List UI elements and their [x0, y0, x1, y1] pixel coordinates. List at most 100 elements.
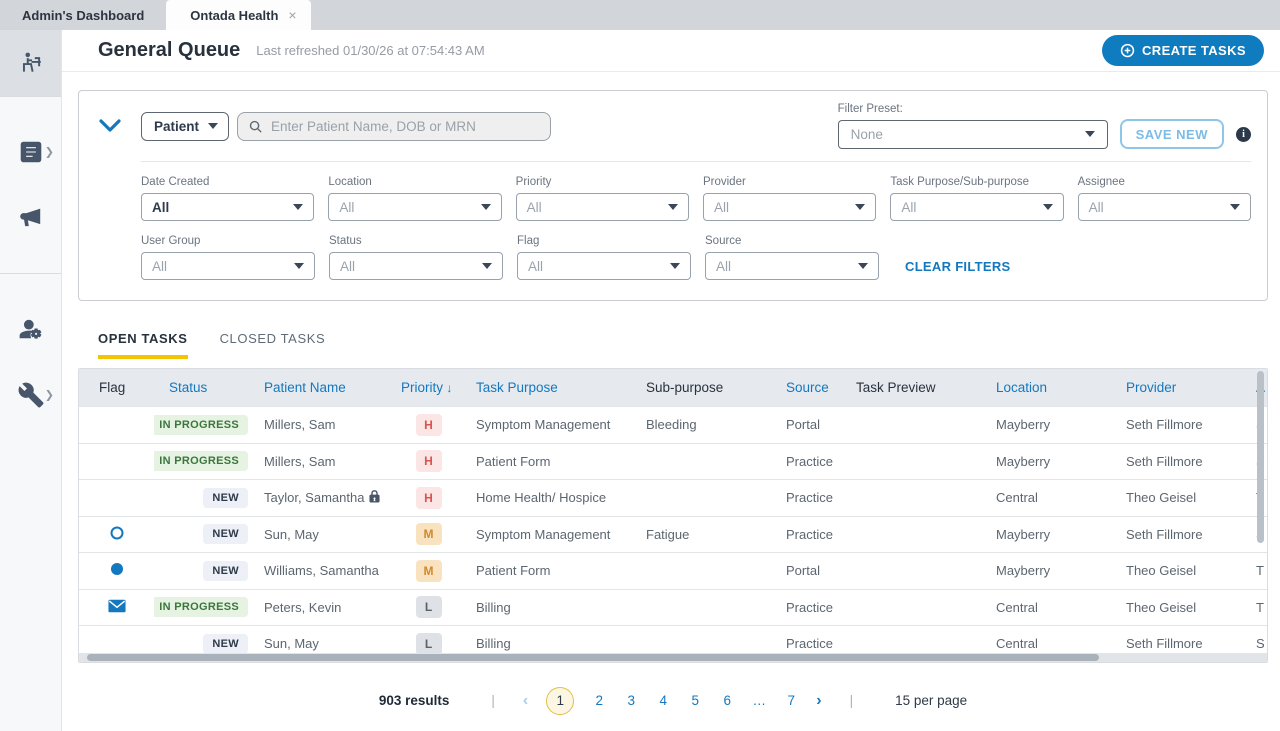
filter-dropdown-task-purpose-sub-purpose[interactable]: All — [890, 193, 1063, 221]
sidebar-item-queue[interactable] — [0, 30, 61, 96]
page-title: General Queue — [98, 39, 240, 62]
page-button-6[interactable]: 6 — [720, 693, 734, 708]
column-header-task-purpose[interactable]: Task Purpose — [466, 380, 636, 395]
cell-location: Mayberry — [986, 527, 1116, 542]
filter-dropdown-priority[interactable]: All — [516, 193, 689, 221]
column-header-source[interactable]: Source — [776, 380, 846, 395]
horizontal-scrollbar[interactable] — [87, 654, 1099, 661]
page-button-3[interactable]: 3 — [624, 693, 638, 708]
page-button-4[interactable]: 4 — [656, 693, 670, 708]
page-header: General Queue Last refreshed 01/30/26 at… — [62, 30, 1280, 72]
cell-priority: H — [391, 487, 466, 509]
info-icon[interactable]: i — [1236, 127, 1251, 142]
table-row[interactable]: NEWWilliams, SamanthaMPatient FormPortal… — [79, 552, 1267, 589]
cell-assignee: S — [1246, 636, 1267, 651]
priority-badge: L — [416, 596, 442, 618]
status-badge: IN PROGRESS — [154, 415, 248, 435]
cell-provider: Seth Fillmore — [1116, 527, 1246, 542]
cell-flag[interactable] — [79, 525, 154, 544]
cell-patient-name: Taylor, Samantha — [254, 490, 391, 506]
filter-field-source: SourceAll — [705, 235, 879, 280]
tab-label: Ontada Health — [190, 8, 278, 23]
cell-flag[interactable] — [79, 598, 154, 617]
filter-preset-dropdown[interactable]: None — [838, 120, 1108, 149]
filter-panel: Patient Filter Preset: None — [78, 90, 1268, 301]
filter-dropdown-date-created[interactable]: All — [141, 193, 314, 221]
caret-down-icon — [1043, 204, 1053, 210]
cell-status: NEW — [154, 561, 254, 581]
column-header-status[interactable]: Status — [154, 380, 254, 395]
table-row[interactable]: IN PROGRESSPeters, KevinLBillingPractice… — [79, 589, 1267, 626]
caret-down-icon — [670, 263, 680, 269]
cell-provider: Seth Fillmore — [1116, 417, 1246, 432]
status-badge: NEW — [203, 561, 248, 581]
caret-down-icon — [668, 204, 678, 210]
tab-ontada-health[interactable]: Ontada Health × — [166, 0, 310, 30]
previous-page-button[interactable]: ‹ — [523, 692, 528, 710]
cell-sub-purpose: Fatigue — [636, 527, 776, 542]
page-button-1[interactable]: 1 — [546, 687, 574, 715]
cell-assignee: T — [1246, 600, 1267, 615]
sidebar-item-announcements[interactable] — [0, 185, 61, 251]
filter-label: Task Purpose/Sub-purpose — [890, 176, 1063, 188]
save-new-button[interactable]: SAVE NEW — [1120, 119, 1224, 149]
filter-dropdown-flag[interactable]: All — [517, 252, 691, 280]
caret-down-icon — [293, 204, 303, 210]
cell-task-purpose: Symptom Management — [466, 527, 636, 542]
table-row[interactable]: IN PROGRESSMillers, SamHPatient FormPrac… — [79, 443, 1267, 480]
page-button-7[interactable]: 7 — [784, 693, 798, 708]
filter-dropdown-source[interactable]: All — [705, 252, 879, 280]
filter-dropdown-status[interactable]: All — [329, 252, 503, 280]
sidebar-item-tools[interactable]: ❯ — [0, 362, 61, 428]
priority-badge: H — [416, 450, 442, 472]
cell-location: Central — [986, 600, 1116, 615]
column-header-patient-name[interactable]: Patient Name — [254, 380, 391, 395]
filter-dropdown-provider[interactable]: All — [703, 193, 876, 221]
page-button-5[interactable]: 5 — [688, 693, 702, 708]
tab-open-tasks[interactable]: OPEN TASKS — [98, 331, 188, 359]
sidebar-item-user-management[interactable] — [0, 296, 61, 362]
vertical-scrollbar[interactable] — [1257, 371, 1264, 543]
close-icon[interactable]: × — [288, 8, 296, 22]
caret-down-icon — [481, 204, 491, 210]
filter-dropdown-user-group[interactable]: All — [141, 252, 315, 280]
tab-label: Admin's Dashboard — [22, 8, 144, 23]
tab-admins-dashboard[interactable]: Admin's Dashboard — [0, 0, 166, 30]
clear-filters-link[interactable]: CLEAR FILTERS — [905, 259, 1011, 274]
tab-closed-tasks[interactable]: CLOSED TASKS — [220, 331, 326, 359]
cell-provider: Theo Geisel — [1116, 490, 1246, 505]
sidebar-item-documents[interactable]: ❯ — [0, 119, 61, 185]
cell-priority: L — [391, 633, 466, 655]
column-header-provider[interactable]: Provider — [1116, 380, 1246, 395]
cell-source: Practice — [776, 454, 846, 469]
filter-label: Priority — [516, 176, 689, 188]
user-gear-icon — [18, 316, 44, 342]
search-input[interactable] — [271, 119, 540, 134]
filter-dropdown-assignee[interactable]: All — [1078, 193, 1251, 221]
table-row[interactable]: NEWTaylor, SamanthaHHome Health/ Hospice… — [79, 479, 1267, 516]
next-page-button[interactable]: › — [816, 692, 821, 710]
page-button-2[interactable]: 2 — [592, 693, 606, 708]
per-page-selector[interactable]: 15 per page — [895, 693, 967, 708]
status-badge: IN PROGRESS — [154, 597, 248, 617]
column-header-priority[interactable]: Priority ↓ — [391, 380, 466, 395]
cell-source: Practice — [776, 600, 846, 615]
collapse-filters-button[interactable] — [79, 119, 141, 133]
cell-status: NEW — [154, 524, 254, 544]
status-badge: IN PROGRESS — [154, 451, 248, 471]
create-tasks-button[interactable]: CREATE TASKS — [1102, 35, 1264, 66]
cell-status: IN PROGRESS — [154, 597, 254, 617]
cell-assignee: T — [1246, 563, 1267, 578]
cell-flag[interactable] — [79, 561, 154, 580]
column-header-location[interactable]: Location — [986, 380, 1116, 395]
table-row[interactable]: IN PROGRESSMillers, SamHSymptom Manageme… — [79, 406, 1267, 443]
pagination: 903 results | ‹ 123456…7 › | 15 per page — [78, 687, 1268, 715]
table-row[interactable]: NEWSun, MayMSymptom ManagementFatiguePra… — [79, 516, 1267, 553]
priority-badge: M — [416, 523, 442, 545]
search-type-dropdown[interactable]: Patient — [141, 112, 229, 141]
column-header-flag: Flag — [79, 380, 154, 395]
column-header-task-preview: Task Preview — [846, 380, 986, 395]
filter-dropdown-location[interactable]: All — [328, 193, 501, 221]
caret-down-icon — [1085, 131, 1095, 137]
cell-status: IN PROGRESS — [154, 415, 254, 435]
